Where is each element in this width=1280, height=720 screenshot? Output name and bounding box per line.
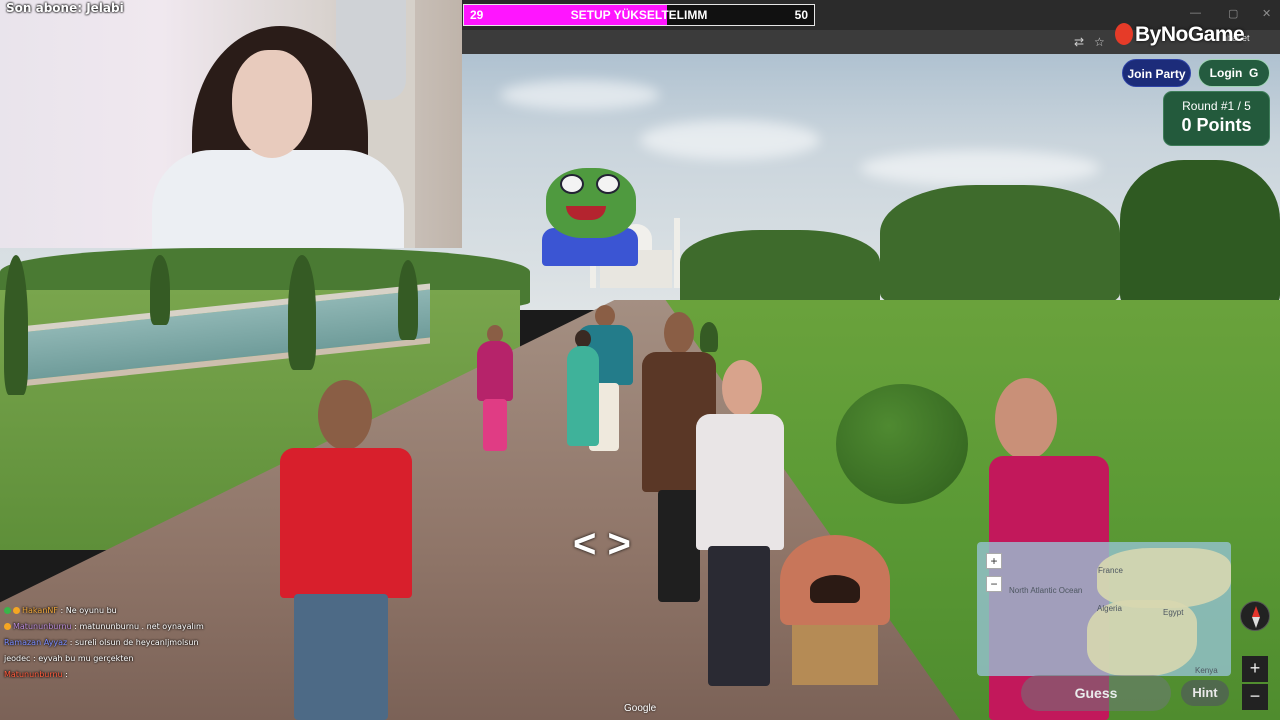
star-icon[interactable]: ☆ bbox=[1094, 35, 1105, 49]
points-display: 0 Points bbox=[1181, 115, 1252, 135]
round-indicator: Round #1 / 5 bbox=[1182, 99, 1251, 113]
latest-subscriber: Son abone: Jelabi bbox=[6, 1, 124, 15]
close-icon[interactable]: ✕ bbox=[1262, 7, 1271, 20]
google-watermark: Google bbox=[624, 703, 657, 714]
brand-name: ByNoGame bbox=[1135, 23, 1245, 46]
compass-icon[interactable] bbox=[1240, 601, 1270, 631]
map-landmass bbox=[1097, 548, 1231, 608]
map-zoom-in-button[interactable]: + bbox=[986, 553, 1002, 569]
join-party-button[interactable]: Join Party bbox=[1122, 59, 1191, 87]
cypress-tree bbox=[4, 255, 28, 395]
map-label: Kenya bbox=[1195, 666, 1218, 675]
chat-username: jeodec bbox=[4, 654, 31, 663]
chat-text: : bbox=[65, 670, 68, 679]
chat-username: Ramazan Ayyaz bbox=[4, 638, 68, 647]
stream-screen: Son abone: Jelabi — ▢ ✕ ⇄ ☆ hbet et 29 S… bbox=[0, 0, 1280, 720]
badge-icon bbox=[4, 607, 11, 614]
brand-mark-icon bbox=[1115, 23, 1133, 45]
webcam-overlay: Son abone: Jelabi bbox=[0, 0, 462, 248]
login-button[interactable]: Login G bbox=[1198, 59, 1270, 87]
person-green-dress bbox=[565, 330, 601, 450]
move-arrows-icon[interactable]: < > bbox=[573, 522, 713, 566]
subscriber-goal-bar: 29 SETUP YÜKSELTELIMM 50 bbox=[463, 4, 815, 26]
cypress-tree bbox=[398, 260, 418, 340]
round-score-card: Round #1 / 5 0 Points bbox=[1163, 91, 1270, 146]
cloud bbox=[860, 150, 1100, 186]
trash-bin bbox=[780, 535, 890, 685]
round-hedge bbox=[836, 384, 968, 504]
chat-message: HakanNF : Ne oyunu bu bbox=[4, 603, 304, 619]
streamer-face bbox=[232, 50, 312, 158]
tree-line bbox=[1120, 160, 1280, 310]
guess-minimap[interactable]: North Atlantic Ocean France Algeria Egyp… bbox=[977, 542, 1231, 676]
map-label: North Atlantic Ocean bbox=[1009, 586, 1083, 595]
chat-text: : matununburnu . net oynayalım bbox=[74, 622, 204, 631]
chat-message: Ramazan Ayyaz : sureli olsun de heycanlj… bbox=[4, 635, 304, 651]
zoom-out-icon[interactable]: − bbox=[1242, 684, 1268, 710]
map-label: France bbox=[1098, 566, 1123, 575]
person-child bbox=[475, 325, 515, 455]
maximize-icon[interactable]: ▢ bbox=[1228, 7, 1238, 20]
pepe-emote bbox=[540, 166, 640, 266]
login-label: Login bbox=[1209, 66, 1243, 80]
goal-title: SETUP YÜKSELTELIMM bbox=[570, 8, 708, 22]
chat-username: Matununburnu bbox=[4, 670, 63, 679]
tree-line bbox=[880, 185, 1120, 305]
chat-message: Matununburnu : matununburnu . net oynaya… bbox=[4, 619, 304, 635]
google-g-icon: G bbox=[1245, 66, 1259, 80]
hint-button[interactable]: Hint bbox=[1181, 680, 1229, 706]
cloud bbox=[640, 120, 820, 160]
guess-button[interactable]: Guess bbox=[1021, 675, 1171, 711]
map-label: Algeria bbox=[1097, 604, 1122, 613]
chat-text: : Ne oyunu bu bbox=[60, 606, 117, 615]
chat-overlay: HakanNF : Ne oyunu bu Matununburnu : mat… bbox=[4, 603, 304, 683]
chat-message: jeodec : eyvah bu mu gerçekten bbox=[4, 651, 304, 667]
chat-username: HakanNF bbox=[22, 606, 58, 615]
brand-logo: ByNoGame bbox=[1115, 23, 1245, 47]
streamer-sweater bbox=[152, 150, 404, 248]
translate-icon[interactable]: ⇄ bbox=[1074, 35, 1084, 49]
cypress-tree bbox=[150, 255, 170, 325]
chat-text: : eyvah bu mu gerçekten bbox=[32, 654, 134, 663]
badge-icon bbox=[13, 607, 20, 614]
zoom-in-icon[interactable]: + bbox=[1242, 656, 1268, 682]
chat-username: Matununburnu bbox=[13, 622, 72, 631]
badge-icon bbox=[4, 623, 11, 630]
chat-message: Matununburnu : bbox=[4, 667, 304, 683]
tree-line bbox=[680, 230, 880, 310]
cypress-tree bbox=[288, 255, 316, 370]
map-label: Egypt bbox=[1163, 608, 1184, 617]
chat-text: : sureli olsun de heycanljmolsun bbox=[69, 638, 199, 647]
goal-target: 50 bbox=[794, 8, 808, 22]
minimize-icon[interactable]: — bbox=[1190, 7, 1201, 19]
cloud bbox=[500, 80, 660, 110]
map-zoom-out-button[interactable]: − bbox=[986, 576, 1002, 592]
